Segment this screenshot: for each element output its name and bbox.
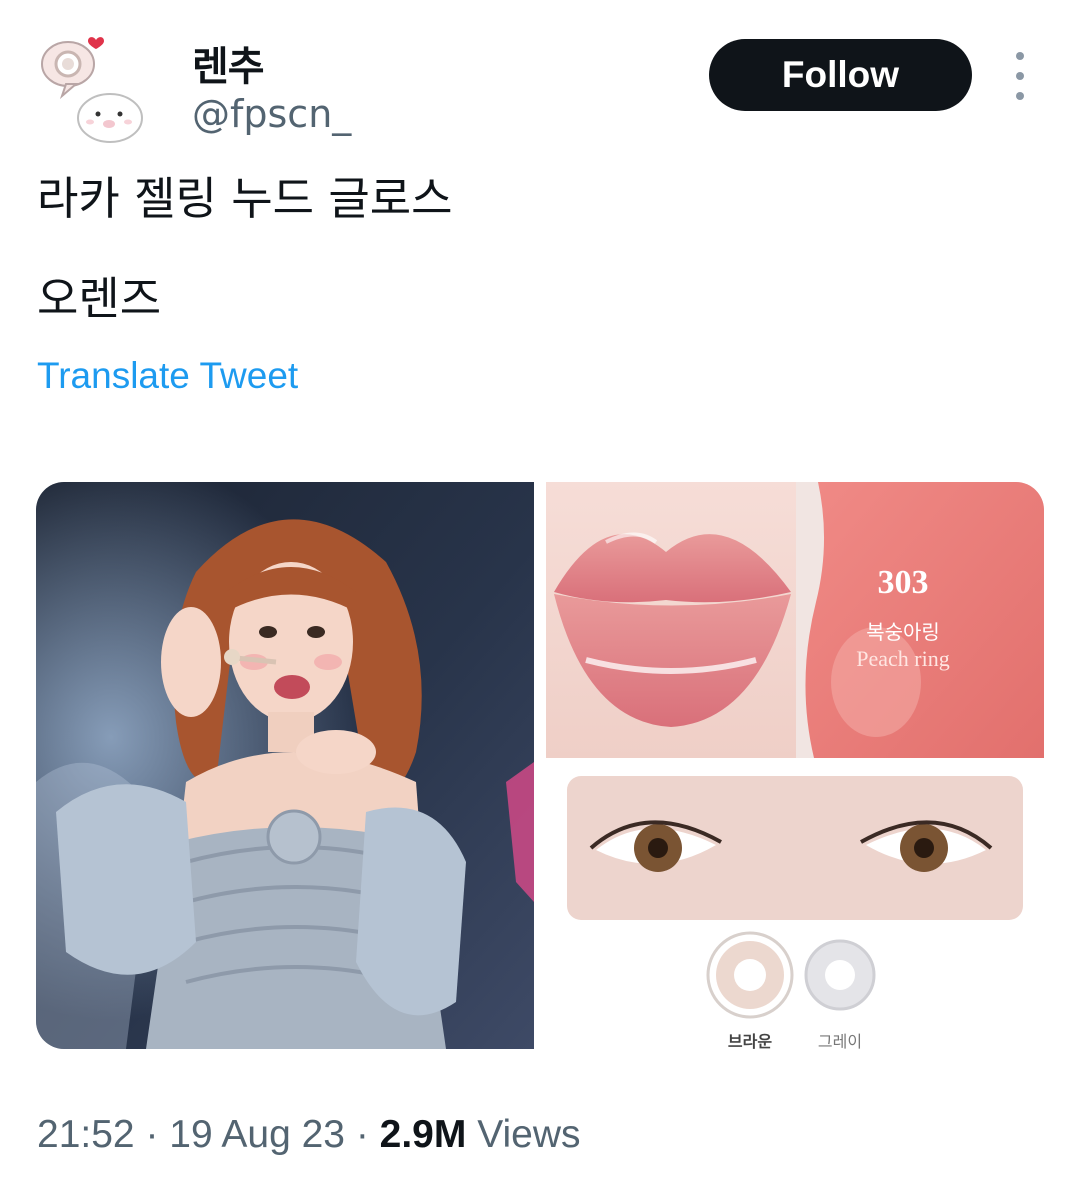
- media-photo-performer[interactable]: [36, 482, 534, 1049]
- media-photo-color-lens[interactable]: [546, 770, 1044, 1049]
- avatar[interactable]: [36, 34, 148, 146]
- meta-separator: ·: [145, 1113, 159, 1156]
- tweet-text-line: 라카 젤링 누드 글로스: [37, 172, 453, 225]
- tweet-time[interactable]: 21:52: [37, 1113, 135, 1156]
- lip-gloss-image: [546, 482, 1044, 758]
- tweet-date[interactable]: 19 Aug 23: [169, 1113, 345, 1156]
- lens-option-label: 그레이: [817, 1032, 863, 1051]
- views-label: Views: [477, 1113, 581, 1156]
- color-lens-image: [546, 770, 1044, 1049]
- tweet-text: 라카 젤링 누드 글로스 오렌즈: [37, 170, 1037, 328]
- more-vertical-icon: [1016, 52, 1024, 60]
- meta-separator: ·: [355, 1113, 369, 1156]
- swatch-name-english: Peach ring: [856, 646, 950, 671]
- media-photo-lip-gloss[interactable]: [546, 482, 1044, 758]
- follow-button[interactable]: Follow: [709, 39, 972, 111]
- performer-photo-image: [36, 482, 534, 1049]
- tweet-text-line: 오렌즈: [37, 272, 162, 325]
- views-count: 2.9M: [379, 1113, 467, 1156]
- tweet-meta: 21:52 · 19 Aug 23 · 2.9M Views: [37, 1113, 581, 1157]
- swatch-name-korean: 복숭아링: [866, 620, 940, 644]
- display-name[interactable]: 렌추: [192, 34, 265, 92]
- seal-avatar-icon: [41, 37, 143, 143]
- more-options-button[interactable]: [1004, 52, 1036, 100]
- lens-option-label: 브라운: [727, 1032, 773, 1051]
- user-handle[interactable]: @fpscn_: [192, 92, 351, 136]
- translate-tweet-link[interactable]: Translate Tweet: [37, 355, 298, 397]
- swatch-number: 303: [877, 564, 929, 601]
